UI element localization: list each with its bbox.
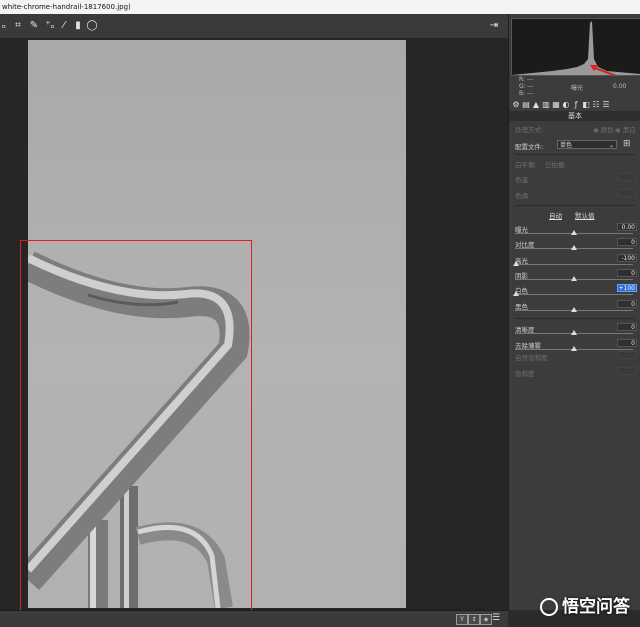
- calibration-tab-icon[interactable]: ◧: [581, 100, 591, 110]
- vibrance-row: 自然饱和度: [515, 351, 637, 366]
- slider-thumb[interactable]: [571, 306, 577, 312]
- b-value: ---: [527, 90, 534, 97]
- b-label: B:: [519, 90, 526, 97]
- slider-row: 对比度 0: [515, 238, 637, 253]
- tint-label: 色调: [515, 192, 528, 200]
- histogram-info: R: --- G: --- B: --- 曝光 0.00: [513, 74, 637, 98]
- default-link[interactable]: 默认值: [575, 210, 595, 220]
- split-tab-icon[interactable]: ▦: [551, 100, 561, 110]
- fx-tab-icon[interactable]: ƒ: [571, 100, 581, 110]
- slider-value[interactable]: 0.00: [617, 223, 637, 231]
- compare-y-button[interactable]: Y: [456, 614, 468, 625]
- slider-thumb[interactable]: [571, 275, 577, 281]
- panel-tabs: ⚙ ▤ ▲ ▥ ▦ ◐ ƒ ◧ ☷ ☰: [511, 100, 639, 110]
- export-icon[interactable]: ⇥: [488, 20, 500, 32]
- zoom-icon[interactable]: ₒ: [0, 20, 10, 32]
- slider-value[interactable]: 0: [617, 268, 637, 277]
- menu-icon[interactable]: ☰: [492, 613, 500, 623]
- detail-tab-icon[interactable]: ▲: [531, 100, 541, 110]
- section-title: 基本: [509, 111, 640, 121]
- toolbar: ₒ ⌗ ✎ ⁺ₒ ⁄ ▮ ◯ ⇥: [0, 14, 508, 39]
- tint-value[interactable]: [617, 189, 637, 197]
- slider-thumb[interactable]: [571, 230, 577, 235]
- watermark: 悟空问答: [540, 592, 630, 617]
- slider-row: 高光 -100: [513, 253, 637, 269]
- crop-icon[interactable]: ⌗: [12, 20, 24, 32]
- gradient-icon[interactable]: ▮: [72, 20, 84, 32]
- slider-row: 清晰度 0: [515, 323, 637, 338]
- exposure-readout-label: 曝光: [571, 85, 584, 92]
- compare-swap-button[interactable]: ↕: [468, 614, 480, 625]
- slider-value[interactable]: +100: [617, 284, 637, 293]
- wb-select[interactable]: 已拍摄: [545, 159, 565, 169]
- basic-tab-icon[interactable]: ⚙: [511, 100, 521, 110]
- slider-value[interactable]: 0: [617, 338, 637, 347]
- r-label: R:: [519, 76, 526, 83]
- retouch-icon[interactable]: ✎: [28, 20, 40, 32]
- slider-row: 白色 +100: [513, 284, 637, 299]
- slider-value[interactable]: 0: [617, 323, 637, 331]
- slider-value[interactable]: -100: [617, 253, 637, 262]
- curve-tab-icon[interactable]: ▤: [521, 100, 531, 110]
- brush-icon[interactable]: ⁄: [58, 20, 70, 32]
- snapshots-tab-icon[interactable]: ☰: [601, 100, 611, 110]
- right-panel: R: --- G: --- B: --- 曝光 0.00 ⚙ ▤ ▲ ▥ ▦ ◐ ƒ ◧ ☷ ☰ …: [508, 14, 640, 610]
- treatment-label: 处理方式:: [515, 126, 544, 134]
- divider: [515, 154, 635, 155]
- treatment-row: 处理方式: ◉ 颜色 ◉ 黑白: [515, 124, 637, 138]
- r-value: ---: [527, 76, 534, 83]
- tint-row: 色调: [515, 189, 637, 204]
- divider: [515, 318, 635, 319]
- temp-value[interactable]: [617, 173, 637, 181]
- g-value: ---: [527, 83, 534, 90]
- vibrance-label: 自然饱和度: [515, 354, 548, 362]
- window-title: white-chrome-handrail-1817600.jpg): [0, 0, 640, 14]
- temp-row: 色温: [515, 173, 637, 188]
- slider-row: 黑色 0: [515, 299, 637, 315]
- temp-label: 色温: [515, 176, 528, 184]
- slider-thumb[interactable]: [513, 291, 519, 297]
- saturation-value[interactable]: [617, 367, 637, 375]
- slider-row: 曝光 0.00: [515, 223, 637, 238]
- saturation-row: 饱和度: [515, 367, 637, 382]
- redeye-icon[interactable]: ⁺ₒ: [44, 20, 56, 32]
- slider-thumb[interactable]: [513, 260, 519, 266]
- histogram: [511, 18, 640, 76]
- slider-thumb[interactable]: [571, 345, 577, 351]
- profile-row: 配置文件: 单色 ⌄ ⊞: [515, 139, 637, 155]
- histogram-graph: [512, 19, 640, 75]
- profile-browser-icon[interactable]: ⊞: [623, 139, 631, 149]
- slider-track[interactable]: [515, 294, 633, 296]
- presets-tab-icon[interactable]: ☷: [591, 100, 601, 110]
- slider-value[interactable]: 0: [617, 238, 637, 247]
- wb-row: 白平衡: 已拍摄: [515, 159, 637, 173]
- slider-value[interactable]: 0: [617, 299, 637, 308]
- auto-link[interactable]: 自动: [549, 210, 562, 220]
- status-bar: Y ↕ ◈ ☰: [0, 610, 508, 627]
- treatment-color-option[interactable]: ◉ 颜色: [593, 124, 614, 134]
- slider-track[interactable]: [515, 263, 633, 265]
- slider-row: 阴影 0: [515, 268, 637, 284]
- chevron-down-icon: ⌄: [608, 142, 614, 149]
- wb-label: 白平衡:: [515, 161, 537, 169]
- divider: [515, 205, 635, 206]
- watermark-logo-icon: [540, 598, 558, 616]
- g-label: G:: [519, 83, 526, 90]
- radial-icon[interactable]: ◯: [86, 20, 98, 32]
- lens-tab-icon[interactable]: ◐: [561, 100, 571, 110]
- slider-thumb[interactable]: [571, 330, 577, 335]
- exposure-readout-value: 0.00: [613, 83, 627, 90]
- profile-label: 配置文件:: [515, 143, 544, 151]
- slider-row: 去除薄雾 0: [515, 338, 637, 354]
- saturation-label: 饱和度: [515, 370, 535, 378]
- slider-thumb[interactable]: [571, 245, 577, 251]
- treatment-bw-option[interactable]: ◉ 黑白: [615, 124, 636, 134]
- highlight-box: [20, 240, 252, 624]
- profile-select[interactable]: 单色 ⌄: [557, 140, 617, 149]
- compare-toggle-button[interactable]: ◈: [480, 614, 492, 625]
- hsl-tab-icon[interactable]: ▥: [541, 100, 551, 110]
- watermark-text: 悟空问答: [562, 597, 630, 617]
